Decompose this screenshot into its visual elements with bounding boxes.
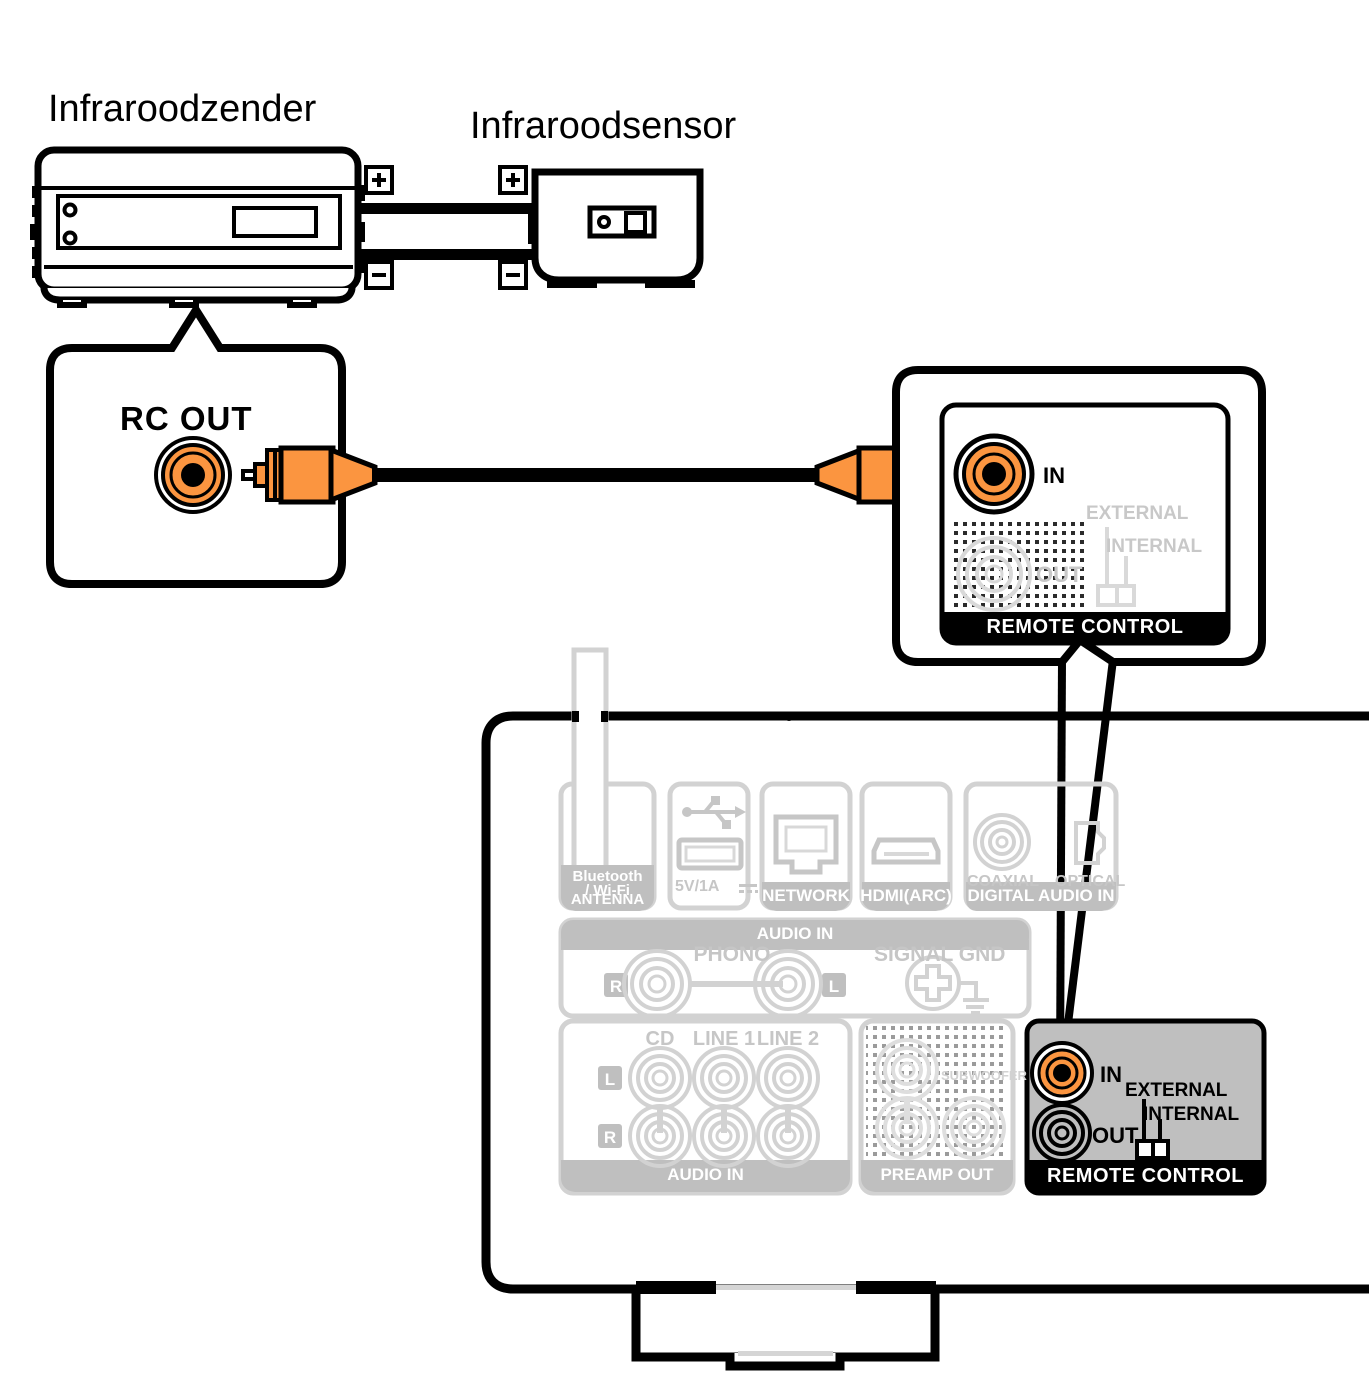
digital-audio-in-label: DIGITAL AUDIO IN <box>967 886 1115 905</box>
coaxial-jack <box>973 813 1031 871</box>
diagram-canvas: Infraroodzender Infraroodsensor RC OUT I… <box>0 0 1369 1382</box>
network-label: NETWORK <box>762 886 850 905</box>
ir-sensor-device <box>528 168 704 288</box>
rear-internal-label: INTERNAL <box>1143 1104 1240 1125</box>
preamp-out-label: PREAMP OUT <box>880 1165 994 1184</box>
signal-gnd-label: SIGNAL GND <box>874 943 1006 966</box>
callout-external-label: EXTERNAL <box>1086 503 1189 524</box>
line-l-label: L <box>604 1070 616 1089</box>
callout-in-label: IN <box>1043 463 1065 488</box>
audio-in-phono-bar-label: AUDIO IN <box>756 924 834 943</box>
rear-out-label: OUT <box>1092 1123 1139 1148</box>
line2-column-label: LINE 2 <box>756 1028 820 1050</box>
line-jacks-row-r <box>628 1104 820 1168</box>
rear-panel-name: REMOTE CONTROL <box>1047 1165 1244 1187</box>
sensor-terminal-minus <box>498 260 528 290</box>
rear-in-label: IN <box>1100 1062 1122 1087</box>
ir-transmitter-device <box>30 146 365 308</box>
antenna-label-line3: ANTENNA <box>570 891 645 908</box>
ir-link-wires <box>358 203 536 260</box>
callout-jack-in <box>953 433 1035 515</box>
audio-in-line-bar-label: AUDIO IN <box>667 1165 744 1184</box>
callout-leader-lines <box>1056 659 1117 1073</box>
phono-l-label: L <box>828 977 840 996</box>
transmitter-terminal-plus <box>364 165 394 195</box>
callout-out-label: OUT <box>1036 562 1083 587</box>
transmitter-terminal-minus <box>364 260 394 290</box>
phono-r-label: R <box>609 977 623 996</box>
line-r-label: R <box>603 1128 617 1147</box>
usb-spec-label: 5V/1A <box>675 878 720 895</box>
subwoofer-label: SUBWOOFER <box>941 1068 1027 1083</box>
ir-sensor-label: Infraroodsensor <box>470 105 737 147</box>
line-jacks-row-l <box>628 1046 820 1110</box>
phono-label: PHONO <box>693 943 771 966</box>
rear-jack-in <box>1030 1041 1094 1105</box>
sensor-terminal-plus <box>498 165 528 195</box>
receiver-base-stand <box>631 1281 940 1371</box>
rc-out-jack <box>154 436 232 514</box>
rca-cable <box>372 468 817 482</box>
callout-internal-label: INTERNAL <box>1106 536 1203 557</box>
rc-out-label: RC OUT <box>120 400 253 437</box>
rear-external-label: EXTERNAL <box>1125 1080 1228 1101</box>
ir-transmitter-label: Infraroodzender <box>48 88 317 130</box>
hdmi-label: HDMI(ARC) <box>860 886 952 905</box>
callout-panel-name: REMOTE CONTROL <box>986 616 1184 638</box>
